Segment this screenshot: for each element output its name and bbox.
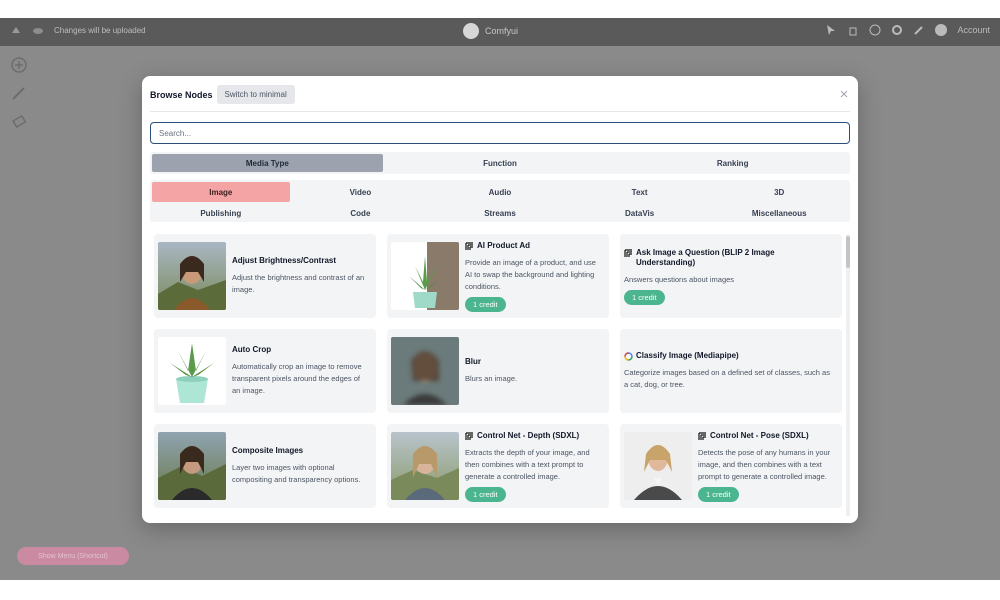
credit-badge: 1 credit [624,289,665,305]
category-video[interactable]: Video [292,182,430,202]
browse-nodes-modal: Browse Nodes Switch to minimal Media Typ… [142,76,858,523]
node-card[interactable]: Blur Blurs an image. [387,329,609,413]
edit-icon[interactable] [913,24,925,36]
card-title: Composite Images [232,446,304,455]
brand-logo-icon [463,23,479,39]
card-title: Control Net - Pose (SDXL) [698,431,834,441]
app-logo-icon[interactable] [10,24,22,36]
tab-ranking[interactable]: Ranking [617,154,848,172]
cloud-icon [32,24,44,36]
api-icon [465,241,474,251]
card-title: Ask Image a Question (BLIP 2 Image Under… [624,248,834,268]
tab-media-type[interactable]: Media Type [152,154,383,172]
card-title: Control Net - Depth (SDXL) [465,431,601,441]
category-code[interactable]: Code [292,203,430,223]
card-title: Adjust Brightness/Contrast [232,256,337,265]
google-icon [624,352,633,361]
add-node-icon[interactable] [10,56,28,74]
node-card[interactable]: Auto Crop Automatically crop an image to… [154,329,376,413]
show-menu-button[interactable]: Show Menu (Shortcut) [17,547,129,565]
category-datavis[interactable]: DataVis [571,203,709,223]
card-description: Layer two images with optional compositi… [232,463,361,484]
node-card[interactable]: Control Net - Pose (SDXL) Detects the po… [620,424,842,508]
credit-badge: 1 credit [698,486,739,502]
tab-function[interactable]: Function [385,154,616,172]
portrait-thumbnail [391,432,459,500]
credit-badge: 1 credit [465,296,506,312]
category-3d[interactable]: 3D [710,182,848,202]
card-description: Adjust the brightness and contrast of an… [232,273,365,294]
business-woman-thumbnail [624,432,692,500]
switch-to-minimal-button[interactable]: Switch to minimal [216,85,295,104]
tab-bar: Media Type Function Ranking [150,152,850,174]
modal-header: Browse Nodes Switch to minimal [150,84,850,112]
category-filter: Image Video Audio Text 3D Publishing Cod… [150,180,850,222]
side-toolbar [10,56,28,130]
api-icon [698,431,707,441]
category-publishing[interactable]: Publishing [152,203,290,223]
card-title: AI Product Ad [465,241,601,251]
card-description: Detects the pose of any humans in your i… [698,447,831,481]
cursor-icon[interactable] [825,24,837,36]
portrait-thumbnail [158,242,226,310]
pencil-icon[interactable] [10,84,28,102]
api-icon [624,248,633,258]
card-title: Auto Crop [232,345,272,354]
card-description: Categorize images based on a defined set… [624,368,830,389]
category-streams[interactable]: Streams [431,203,569,223]
close-icon[interactable] [838,88,850,100]
blurred-portrait-thumbnail [391,337,459,405]
plant-thumbnail [158,337,226,405]
api-icon [465,431,474,441]
app-center-brand: Comfyui [463,23,518,39]
account-label[interactable]: Account [957,25,990,35]
portrait-thumbnail [158,432,226,500]
search-input[interactable] [150,122,850,144]
card-description: Provide an image of a product, and use A… [465,257,596,291]
brand-label: Comfyui [485,26,519,36]
card-title: Classify Image (Mediapipe) [624,351,834,361]
card-description: Extracts the depth of your image, and th… [465,447,590,481]
settings-icon[interactable] [891,24,903,36]
plant-thumbnail [391,242,459,310]
node-card[interactable]: Adjust Brightness/Contrast Adjust the br… [154,234,376,318]
category-text[interactable]: Text [571,182,709,202]
node-card[interactable]: Composite Images Layer two images with o… [154,424,376,508]
app-top-bar: Changes will be uploaded Comfyui Account [0,18,1000,46]
scrollbar[interactable] [846,234,850,516]
help-icon[interactable] [869,24,881,36]
avatar[interactable] [935,24,948,36]
share-icon[interactable] [847,24,859,36]
card-description: Blurs an image. [465,374,518,383]
node-card[interactable]: Ask Image a Question (BLIP 2 Image Under… [620,234,842,318]
category-image[interactable]: Image [152,182,290,202]
credit-badge: 1 credit [465,486,506,502]
node-card[interactable]: Control Net - Depth (SDXL) Extracts the … [387,424,609,508]
eraser-icon[interactable] [10,112,28,130]
card-description: Answers questions about images [624,274,735,284]
node-card[interactable]: Classify Image (Mediapipe) Categorize im… [620,329,842,413]
category-miscellaneous[interactable]: Miscellaneous [710,203,848,223]
upload-status: Changes will be uploaded [54,25,146,35]
node-grid: Adjust Brightness/Contrast Adjust the br… [154,234,844,516]
category-audio[interactable]: Audio [431,182,569,202]
scrollbar-thumb[interactable] [846,236,850,268]
card-title: Blur [465,357,481,366]
node-card[interactable]: AI Product Ad Provide an image of a prod… [387,234,609,318]
modal-title: Browse Nodes [150,89,213,100]
card-description: Automatically crop an image to remove tr… [232,362,362,395]
